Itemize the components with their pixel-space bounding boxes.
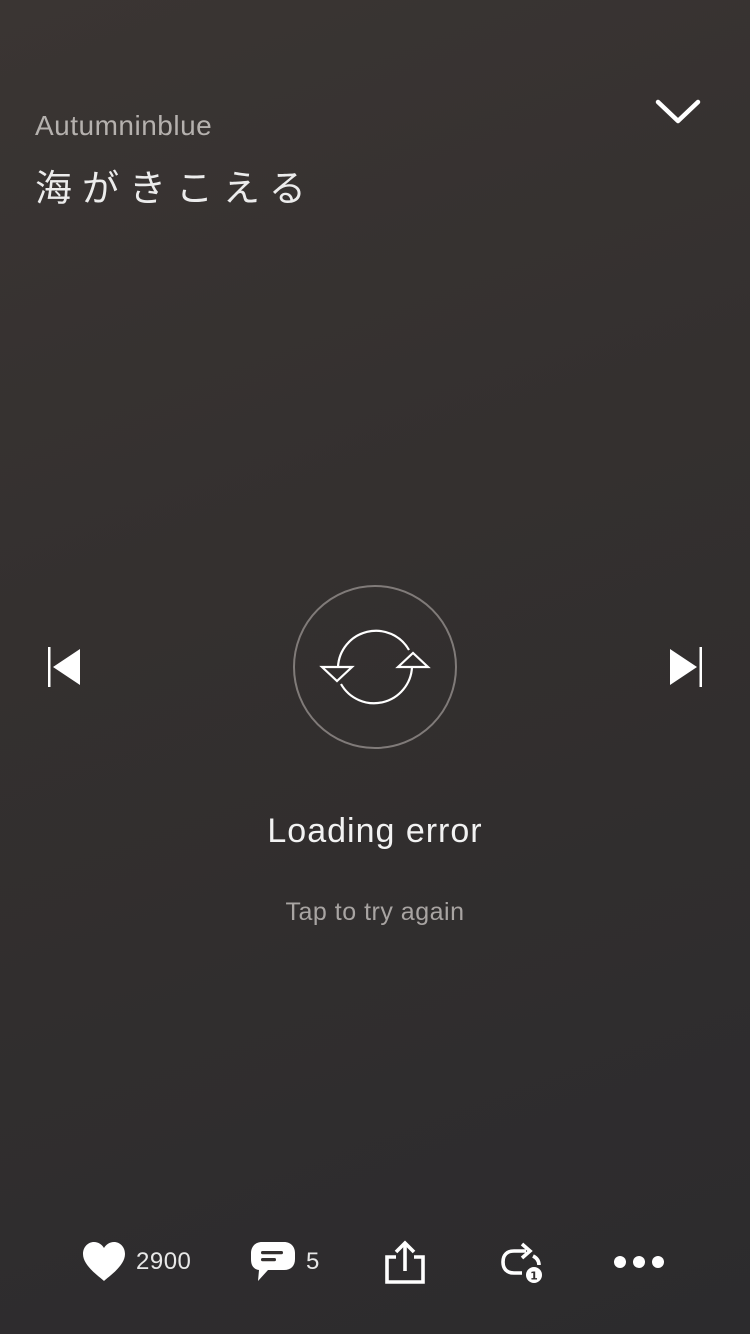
comment-button[interactable]: 5	[248, 1230, 320, 1294]
repost-icon: 1	[501, 1242, 542, 1283]
reload-button[interactable]	[293, 585, 457, 749]
comment-icon	[251, 1242, 295, 1281]
track-title: 海がきこえる	[35, 167, 316, 210]
error-title: Loading error	[267, 812, 483, 850]
chevron-down-icon	[655, 99, 701, 124]
previous-track-button[interactable]	[40, 642, 90, 692]
skip-next-icon	[670, 647, 702, 687]
next-track-button[interactable]	[660, 642, 710, 692]
more-icon	[614, 1256, 664, 1268]
share-button[interactable]	[382, 1230, 428, 1294]
like-count: 2900	[136, 1248, 192, 1275]
action-bar: 2900 5 1	[0, 1230, 750, 1294]
heart-icon	[83, 1242, 125, 1281]
player-controls	[0, 560, 750, 780]
repost-badge: 1	[530, 1270, 538, 1283]
repost-button[interactable]: 1	[498, 1230, 546, 1294]
like-button[interactable]: 2900	[80, 1230, 191, 1294]
collapse-player-button[interactable]	[648, 88, 708, 136]
share-icon	[385, 1240, 425, 1284]
more-options-button[interactable]	[612, 1230, 666, 1294]
artist-name[interactable]: Autumninblue	[35, 110, 212, 142]
comment-count: 5	[306, 1248, 320, 1275]
skip-previous-icon	[48, 647, 80, 687]
reload-icon	[319, 629, 431, 705]
track-header: Autumninblue 海がきこえる	[0, 0, 750, 220]
retry-hint[interactable]: Tap to try again	[0, 898, 750, 927]
